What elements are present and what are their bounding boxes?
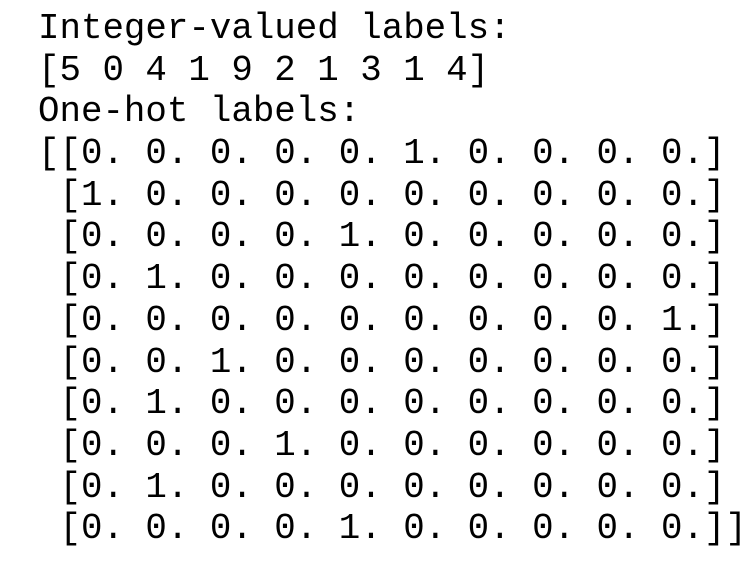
console-output: Integer-valued labels: [5 0 4 1 9 2 1 3 1… xyxy=(0,0,754,550)
integer-labels-heading: Integer-valued labels: xyxy=(38,8,511,49)
integer-labels-array: [5 0 4 1 9 2 1 3 1 4] xyxy=(38,49,490,91)
onehot-row: [1. 0. 0. 0. 0. 0. 0. 0. 0. 0.] xyxy=(38,174,726,216)
onehot-row: [0. 0. 0. 0. 1. 0. 0. 0. 0. 0.] xyxy=(38,216,726,258)
onehot-row: [0. 1. 0. 0. 0. 0. 0. 0. 0. 0.] xyxy=(38,383,726,425)
onehot-row: [0. 1. 0. 0. 0. 0. 0. 0. 0. 0.] xyxy=(38,258,726,300)
onehot-row: [[0. 0. 0. 0. 0. 1. 0. 0. 0. 0.] xyxy=(38,133,726,175)
onehot-labels-heading: One-hot labels: xyxy=(38,91,361,133)
onehot-row: [0. 0. 1. 0. 0. 0. 0. 0. 0. 0.] xyxy=(38,341,726,383)
onehot-row: [0. 0. 0. 1. 0. 0. 0. 0. 0. 0.] xyxy=(38,424,726,466)
onehot-row: [0. 0. 0. 0. 0. 0. 0. 0. 0. 1.] xyxy=(38,299,726,341)
onehot-row: [0. 0. 0. 0. 1. 0. 0. 0. 0. 0.]] xyxy=(38,508,747,550)
onehot-row: [0. 1. 0. 0. 0. 0. 0. 0. 0. 0.] xyxy=(38,466,726,508)
